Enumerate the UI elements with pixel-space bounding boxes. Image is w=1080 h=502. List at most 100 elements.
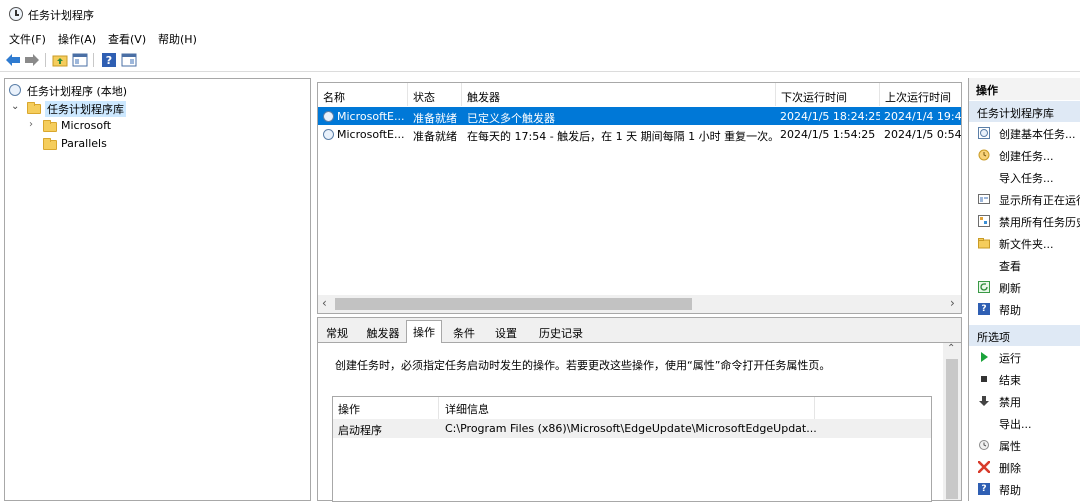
- tab-conditions[interactable]: 条件: [448, 322, 480, 342]
- chevron-down-icon[interactable]: ⌄: [11, 101, 19, 112]
- disable-history-icon: [978, 215, 990, 227]
- scroll-right-icon[interactable]: ›: [950, 296, 955, 310]
- task-detail-pane: 常规 触发器 操作 条件 设置 历史记录 创建任务时，必须指定任务启动时发生的操…: [317, 317, 962, 502]
- action-create-basic-task[interactable]: 创建基本任务...: [969, 122, 1080, 144]
- task-list: 名称 状态 触发器 下次运行时间 上次运行时间 MicrosoftE... 准备…: [317, 82, 962, 314]
- tab-actions[interactable]: 操作: [406, 320, 442, 343]
- task-last-run: 2024/1/4 19:43: [884, 110, 961, 123]
- section-header-library[interactable]: 任务计划程序库: [969, 101, 1080, 122]
- show-hide-console-tree-icon[interactable]: [72, 52, 88, 68]
- action-new-folder[interactable]: 新文件夹...: [969, 232, 1080, 254]
- end-icon: [981, 376, 987, 382]
- task-trigger: 在每天的 17:54 - 触发后，在 1 天 期间每隔 1 小时 重复一次。: [467, 130, 772, 143]
- show-running-icon: [978, 194, 990, 204]
- action-refresh[interactable]: 刷新: [969, 276, 1080, 298]
- tree-item-microsoft[interactable]: › Microsoft: [5, 117, 305, 135]
- action-export[interactable]: 导出...: [969, 412, 1080, 434]
- tree-root-label: 任务计划程序 (本地): [27, 85, 128, 98]
- scrollbar-thumb[interactable]: [946, 359, 958, 499]
- task-status: 准备就绪: [413, 112, 457, 125]
- detail-tab-strip: 常规 触发器 操作 条件 设置 历史记录: [318, 318, 961, 343]
- table-row[interactable]: MicrosoftE... 准备就绪 已定义多个触发器 2024/1/5 18:…: [318, 107, 961, 125]
- window-title: 任务计划程序: [28, 9, 94, 22]
- menu-view[interactable]: 查看(V): [108, 31, 146, 47]
- refresh-icon: [978, 281, 990, 293]
- action-end[interactable]: 结束: [969, 368, 1080, 390]
- action-details: C:\Program Files (x86)\Microsoft\EdgeUpd…: [445, 422, 817, 435]
- actions-column-header[interactable]: 操作: [333, 397, 439, 419]
- menu-bar: 文件(F) 操作(A) 查看(V) 帮助(H): [0, 28, 1080, 48]
- task-status: 准备就绪: [413, 130, 457, 143]
- action-disable-history[interactable]: 禁用所有任务历史: [969, 210, 1080, 232]
- actions-pane-title: 操作: [969, 78, 1080, 100]
- menu-help[interactable]: 帮助(H): [158, 31, 197, 47]
- vertical-scrollbar[interactable]: ⌃: [943, 343, 961, 500]
- column-header-trigger[interactable]: 触发器: [462, 83, 776, 106]
- run-icon: [981, 352, 988, 362]
- svg-text:?: ?: [106, 54, 112, 67]
- forward-arrow-icon[interactable]: [24, 52, 40, 68]
- tree-item-library[interactable]: ⌄ 任务计划程序库: [5, 99, 305, 117]
- action-disable[interactable]: 禁用: [969, 390, 1080, 412]
- library-folder-icon: [27, 102, 41, 114]
- task-next-run: 2024/1/5 18:24:25: [780, 110, 880, 123]
- title-bar: 任务计划程序: [0, 0, 1080, 28]
- horizontal-scrollbar[interactable]: ‹ ›: [318, 295, 961, 313]
- tree-item-root[interactable]: 任务计划程序 (本地): [5, 81, 305, 99]
- back-arrow-icon[interactable]: [5, 52, 21, 68]
- task-last-run: 2024/1/5 0:54:: [884, 128, 961, 141]
- disable-icon: [979, 396, 989, 406]
- column-header-last-run[interactable]: 上次运行时间: [880, 83, 961, 106]
- scroll-left-icon[interactable]: ‹: [322, 296, 327, 310]
- new-folder-icon: [978, 238, 990, 249]
- delete-icon: [978, 461, 990, 473]
- task-trigger: 已定义多个触发器: [467, 112, 555, 125]
- task-icon: [323, 129, 334, 140]
- tab-history[interactable]: 历史记录: [532, 322, 590, 342]
- tree-parallels-label: Parallels: [61, 137, 107, 150]
- tab-settings[interactable]: 设置: [490, 322, 522, 342]
- action-type: 启动程序: [338, 424, 382, 437]
- task-name: MicrosoftE...: [337, 128, 405, 141]
- chevron-right-icon[interactable]: ›: [29, 119, 33, 130]
- section-header-selected[interactable]: 所选项: [969, 325, 1080, 346]
- column-header-next-run[interactable]: 下次运行时间: [776, 83, 880, 106]
- action-help-selected[interactable]: ? 帮助: [969, 478, 1080, 500]
- column-header-status[interactable]: 状态: [408, 83, 462, 106]
- actions-description: 创建任务时，必须指定任务启动时发生的操作。若要更改这些操作，使用“属性”命令打开…: [335, 359, 831, 372]
- action-show-running[interactable]: 显示所有正在运行: [969, 188, 1080, 210]
- show-hide-action-pane-icon[interactable]: [121, 52, 137, 68]
- folder-icon: [43, 120, 57, 132]
- tree-library-label: 任务计划程序库: [45, 101, 126, 117]
- table-row[interactable]: 启动程序 C:\Program Files (x86)\Microsoft\Ed…: [333, 419, 931, 438]
- tree-microsoft-label: Microsoft: [61, 119, 112, 132]
- folder-icon: [43, 138, 57, 150]
- menu-file[interactable]: 文件(F): [9, 31, 46, 47]
- toolbar: ?: [0, 48, 1080, 72]
- task-scheduler-clock-icon: [9, 7, 23, 21]
- help-icon: ?: [978, 483, 990, 495]
- properties-icon: [979, 440, 989, 450]
- scrollbar-thumb[interactable]: [335, 298, 692, 310]
- create-task-icon: [978, 149, 990, 161]
- details-column-header[interactable]: 详细信息: [439, 397, 815, 419]
- action-create-task[interactable]: 创建任务...: [969, 144, 1080, 166]
- help-icon: ?: [978, 303, 990, 315]
- action-help[interactable]: ? 帮助: [969, 298, 1080, 320]
- task-icon: [323, 111, 334, 122]
- table-row[interactable]: MicrosoftE... 准备就绪 在每天的 17:54 - 触发后，在 1 …: [318, 125, 961, 143]
- tree-item-parallels[interactable]: Parallels: [5, 135, 305, 153]
- action-run[interactable]: 运行: [969, 346, 1080, 368]
- scroll-up-icon[interactable]: ⌃: [947, 343, 955, 354]
- action-view[interactable]: 查看: [969, 254, 1080, 276]
- tab-general[interactable]: 常规: [322, 322, 352, 342]
- action-delete[interactable]: 删除: [969, 456, 1080, 478]
- help-icon[interactable]: ?: [101, 52, 117, 68]
- up-folder-icon[interactable]: [52, 52, 68, 68]
- action-import-task[interactable]: 导入任务...: [969, 166, 1080, 188]
- tab-triggers[interactable]: 触发器: [362, 322, 404, 342]
- action-properties[interactable]: 属性: [969, 434, 1080, 456]
- column-header-name[interactable]: 名称: [318, 83, 408, 106]
- create-basic-task-icon: [978, 127, 990, 139]
- menu-action[interactable]: 操作(A): [58, 31, 96, 47]
